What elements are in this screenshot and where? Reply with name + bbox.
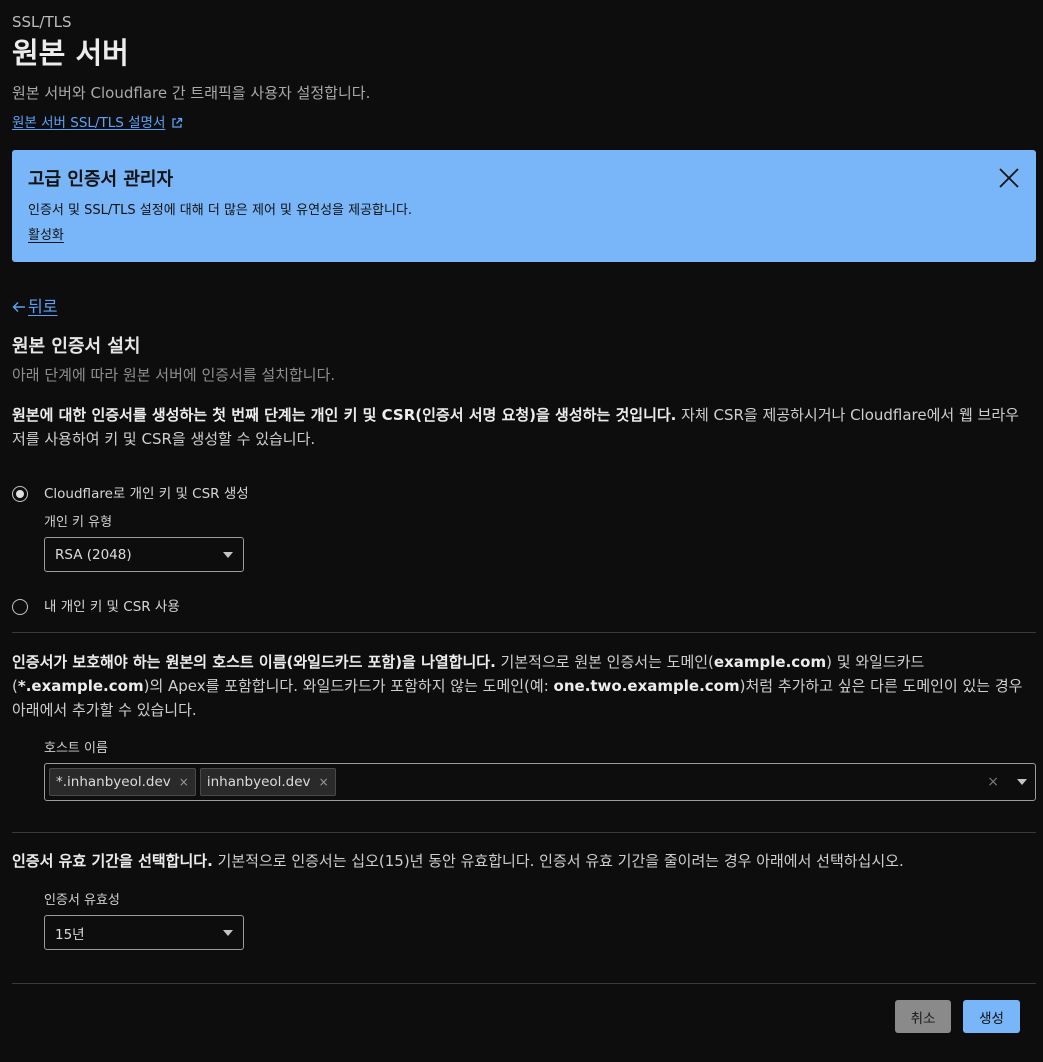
create-button[interactable]: 생성 [963,1000,1020,1033]
documentation-link-label: 원본 서버 SSL/TLS 설명서 [12,115,166,131]
step3-bold: 인증서 유효 기간을 선택합니다. [12,852,213,870]
step3-text: 기본적으로 인증서는 십오(15)년 동안 유효합니다. 인증서 유효 기간을 … [212,852,904,870]
divider [12,832,1036,833]
breadcrumb-eyebrow: SSL/TLS [12,13,72,31]
close-icon[interactable] [998,167,1020,189]
radio-button-checked[interactable] [12,486,28,502]
back-link-label: 뒤로 [28,297,58,316]
step3-description: 인증서 유효 기간을 선택합니다. 기본적으로 인증서는 십오(15)년 동안 … [12,849,1030,873]
banner-description: 인증서 및 SSL/TLS 설정에 대해 더 많은 제어 및 유연성을 제공합니… [28,203,413,218]
back-link[interactable]: 뒤로 [12,296,57,318]
step1-description: 원본에 대한 인증서를 생성하는 첫 번째 단계는 개인 키 및 CSR(인증서… [12,403,1030,451]
hostnames-label: 호스트 이름 [44,741,108,756]
hostname-chip-text: inhanbyeol.dev [206,774,311,790]
example-subdomain: one.two.example.com [553,677,740,695]
example-domain: example.com [713,653,827,671]
step2-text: 기본적으로 원본 인증서는 도메인( [495,653,714,671]
radio-label-cloudflare: Cloudflare로 개인 키 및 CSR 생성 [44,486,249,502]
step1-bold: 원본에 대한 인증서를 생성하는 첫 번째 단계는 개인 키 및 CSR(인증서… [12,406,677,424]
remove-icon[interactable]: × [179,775,189,789]
key-type-value: RSA (2048) [55,546,132,563]
banner-title: 고급 인증서 관리자 [28,169,174,190]
hostname-chip-text: *.inhanbyeol.dev [56,774,171,790]
page-subtitle: 원본 서버와 Cloudflare 간 트래픽을 사용자 설정합니다. [12,84,371,102]
hostname-chip: *.inhanbyeol.dev × [49,768,196,796]
clear-icon[interactable]: × [987,774,999,790]
hostname-chip: inhanbyeol.dev × [199,768,336,796]
arrow-left-icon [12,302,25,312]
step2-description: 인증서가 보호해야 하는 원본의 호스트 이름(와일드카드 포함)을 나열합니다… [12,650,1030,722]
chevron-down-icon [223,551,233,558]
key-type-label: 개인 키 유형 [44,515,113,530]
validity-value: 15년 [55,926,85,943]
page-title: 원본 서버 [12,36,129,70]
divider [12,632,1036,633]
divider [12,983,1036,984]
external-link-icon [172,117,183,128]
section-subtitle: 아래 단계에 따라 원본 서버에 인증서를 설치합니다. [12,366,336,384]
advanced-certificate-manager-banner: 고급 인증서 관리자 인증서 및 SSL/TLS 설정에 대해 더 많은 제어 … [12,150,1036,262]
validity-select[interactable]: 15년 [44,915,244,950]
activate-link[interactable]: 활성화 [28,227,64,245]
hostnames-input[interactable]: *.inhanbyeol.dev × inhanbyeol.dev × × [44,763,1036,801]
radio-own-key[interactable]: 내 개인 키 및 CSR 사용 [12,598,180,616]
validity-label: 인증서 유효성 [44,893,120,908]
step2-bold: 인증서가 보호해야 하는 원본의 호스트 이름(와일드카드 포함)을 나열합니다… [12,653,496,671]
radio-button-unchecked[interactable] [12,599,28,615]
example-wildcard: *.example.com [17,677,144,695]
documentation-link[interactable]: 원본 서버 SSL/TLS 설명서 [12,114,183,132]
chevron-down-icon [223,929,233,936]
section-title: 원본 인증서 설치 [12,336,141,357]
step2-text: )의 Apex를 포함합니다. 와일드카드가 포함하지 않는 도메인(예: [143,677,554,695]
cancel-button[interactable]: 취소 [895,1000,951,1033]
chevron-down-icon[interactable] [1017,779,1027,785]
key-type-select[interactable]: RSA (2048) [44,537,244,572]
radio-generate-cloudflare[interactable]: Cloudflare로 개인 키 및 CSR 생성 [12,485,249,503]
radio-label-own: 내 개인 키 및 CSR 사용 [44,599,180,615]
remove-icon[interactable]: × [319,775,329,789]
